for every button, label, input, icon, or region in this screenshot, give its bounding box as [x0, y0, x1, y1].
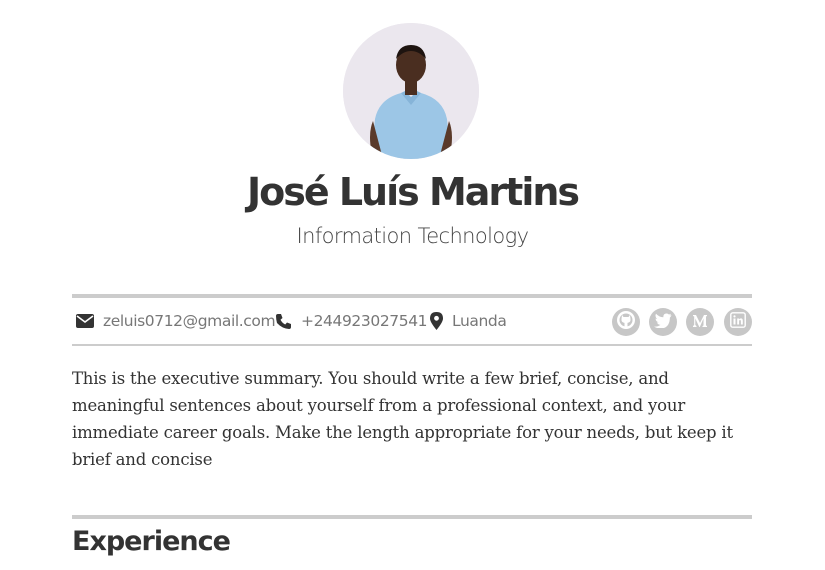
contact-bar: zeluis0712@gmail.com +244923027541 Luand…	[72, 294, 752, 346]
twitter-link[interactable]	[649, 308, 677, 336]
phone-icon	[275, 313, 292, 330]
profile-name: José Luís Martins	[246, 170, 580, 214]
github-icon	[616, 310, 636, 334]
section-divider	[72, 515, 752, 519]
contact-phone[interactable]: +244923027541	[275, 298, 428, 344]
medium-link[interactable]	[686, 308, 714, 336]
avatar	[343, 23, 479, 159]
contact-location: Luanda	[430, 298, 507, 344]
email-text: zeluis0712@gmail.com	[103, 312, 276, 330]
medium-icon	[692, 313, 708, 332]
linkedin-icon	[730, 312, 746, 332]
linkedin-link[interactable]	[724, 308, 752, 336]
profile-photo	[343, 23, 479, 159]
github-link[interactable]	[612, 308, 640, 336]
phone-text: +244923027541	[301, 312, 428, 330]
location-text: Luanda	[452, 312, 507, 330]
contact-email[interactable]: zeluis0712@gmail.com	[76, 298, 276, 344]
twitter-icon	[654, 313, 672, 332]
envelope-icon	[76, 314, 94, 328]
profile-title: Information Technology	[296, 224, 530, 248]
experience-heading: Experience	[72, 526, 231, 557]
map-marker-icon	[430, 312, 443, 330]
executive-summary: This is the executive summary. You shoul…	[72, 369, 733, 469]
